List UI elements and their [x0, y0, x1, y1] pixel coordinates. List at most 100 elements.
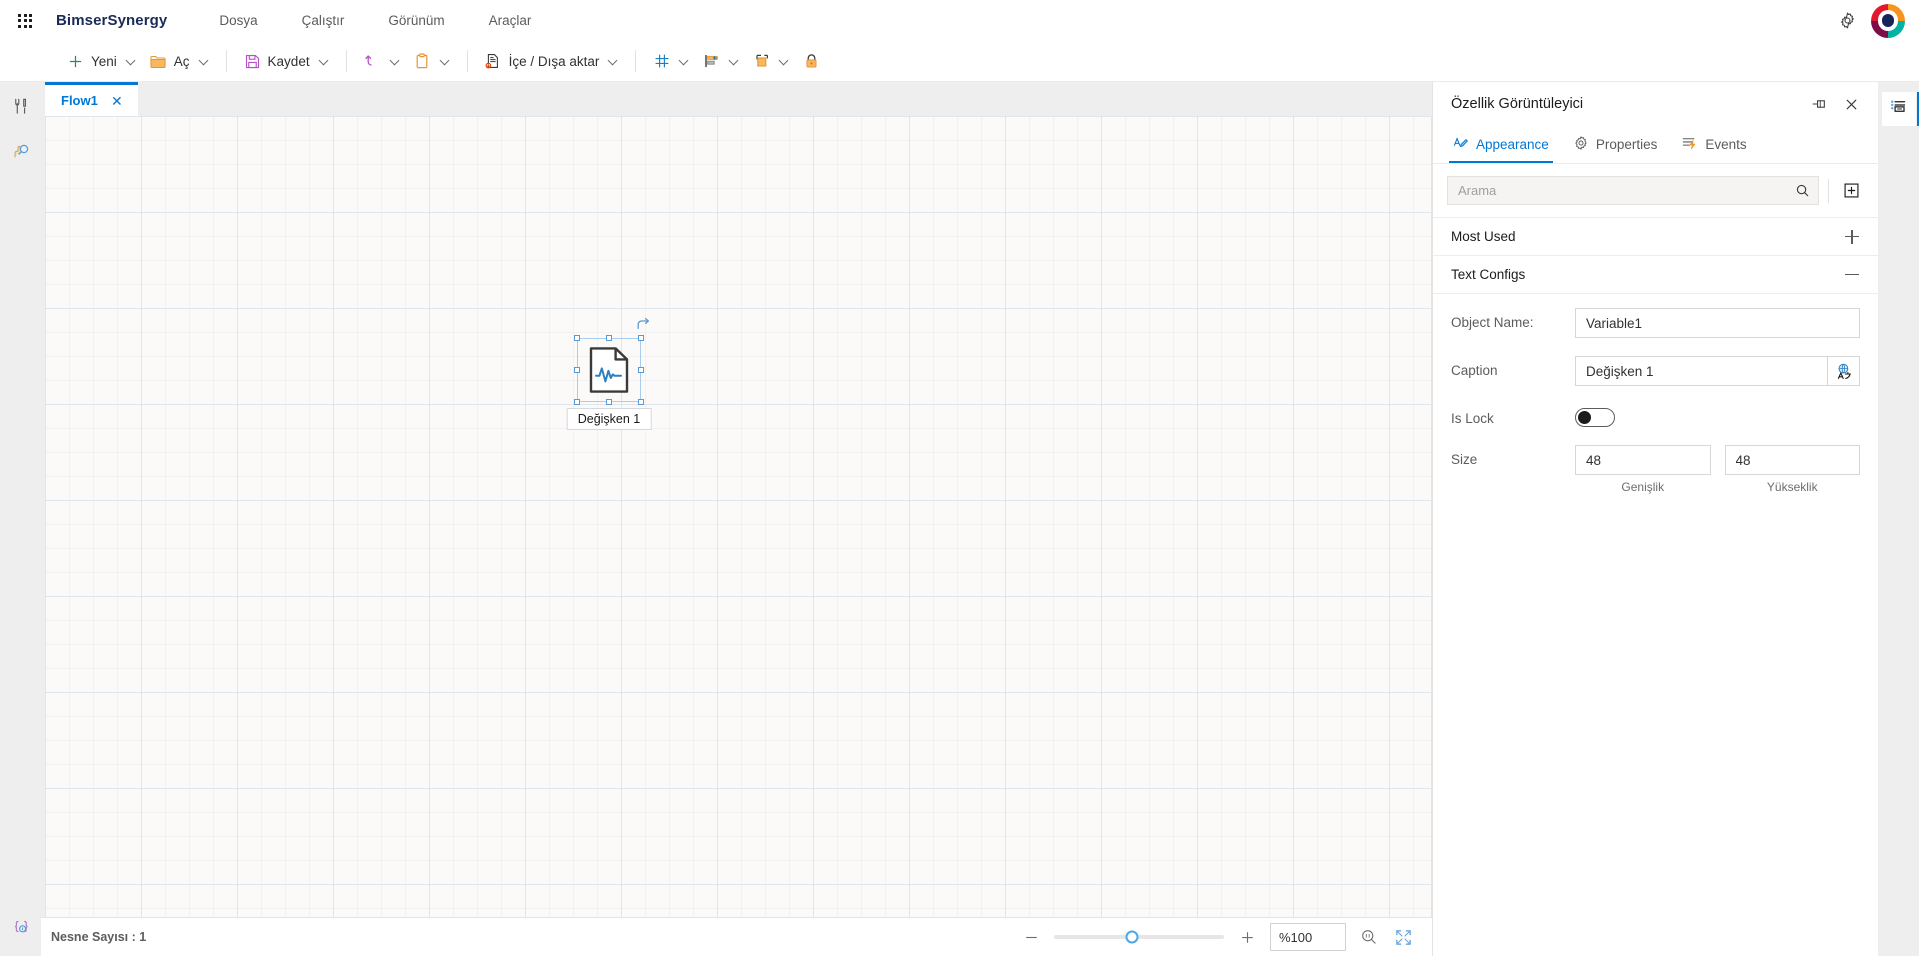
- save-button[interactable]: Kaydet: [237, 46, 336, 76]
- chevron-down-icon[interactable]: [127, 57, 136, 66]
- zoom-out-button[interactable]: [1020, 926, 1042, 948]
- zoom-level-input[interactable]: [1270, 923, 1346, 951]
- search-icon[interactable]: [1786, 177, 1818, 204]
- tab-flow1[interactable]: Flow1 ✕: [45, 82, 138, 116]
- pin-icon[interactable]: [1806, 91, 1832, 117]
- rotate-handle-icon[interactable]: [635, 316, 651, 332]
- field-caption-label: Caption: [1451, 356, 1575, 379]
- toolbar-group-import-export: İçe / Dışa aktar: [478, 41, 626, 81]
- app-launcher-icon[interactable]: [6, 2, 44, 40]
- search-zoom-icon: [11, 141, 31, 166]
- caption-input[interactable]: [1575, 356, 1828, 386]
- menu-item-gorunum[interactable]: Görünüm: [366, 5, 466, 36]
- property-search-row: [1433, 164, 1878, 217]
- chevron-down-icon[interactable]: [680, 57, 689, 66]
- chevron-down-icon[interactable]: [200, 57, 209, 66]
- field-is-lock: Is Lock: [1451, 404, 1860, 427]
- import-export-icon: [485, 53, 502, 70]
- sidebar-item-toolbox[interactable]: [4, 92, 38, 126]
- resize-handle-ne[interactable]: [638, 335, 644, 341]
- resize-handle-w[interactable]: [574, 367, 580, 373]
- toolbox-icon: [11, 97, 30, 121]
- appearance-pencil-icon: [1453, 135, 1469, 154]
- chevron-down-icon[interactable]: [730, 57, 739, 66]
- toolbar-group-layout: [646, 41, 827, 81]
- text-configs-body: Object Name: Caption: [1433, 293, 1878, 522]
- plus-icon: [67, 53, 84, 70]
- field-is-lock-label: Is Lock: [1451, 404, 1575, 427]
- toolbar-divider: [467, 50, 468, 72]
- section-most-used-toggle-icon[interactable]: [1844, 229, 1860, 245]
- save-button-label: Kaydet: [268, 54, 310, 69]
- menu-item-calistir[interactable]: Çalıştır: [280, 5, 367, 36]
- chevron-down-icon[interactable]: [780, 57, 789, 66]
- variable-document-icon: [589, 347, 629, 393]
- resize-handle-e[interactable]: [638, 367, 644, 373]
- zoom-one-to-one-icon[interactable]: [1358, 926, 1380, 948]
- resize-handle-sw[interactable]: [574, 399, 580, 405]
- left-rail: [0, 82, 41, 956]
- chevron-down-icon[interactable]: [391, 57, 400, 66]
- resize-handle-se[interactable]: [638, 399, 644, 405]
- tab-close-icon[interactable]: ✕: [110, 94, 124, 108]
- size-height-item: Yükseklik: [1725, 445, 1861, 494]
- menu-item-dosya[interactable]: Dosya: [197, 5, 279, 36]
- menu-item-araclar[interactable]: Araçlar: [467, 5, 554, 36]
- user-avatar[interactable]: [1871, 4, 1905, 38]
- property-panel-header: Özellik Görüntüleyici: [1433, 82, 1878, 126]
- tab-properties[interactable]: Properties: [1563, 126, 1668, 163]
- object-name-input[interactable]: [1575, 308, 1860, 338]
- canvas-node-variable1[interactable]: Değişken 1: [577, 338, 641, 402]
- undo-icon: [364, 53, 381, 70]
- size-width-input[interactable]: [1575, 445, 1711, 475]
- zoom-slider-thumb[interactable]: [1126, 931, 1139, 944]
- property-panel-tabs: Appearance Properties: [1433, 126, 1878, 164]
- zoom-slider-track: [1054, 935, 1224, 939]
- search-box[interactable]: [1447, 176, 1819, 205]
- field-caption-control: [1575, 356, 1860, 386]
- toolbar-group-file: Yeni Aç: [60, 41, 216, 81]
- section-most-used[interactable]: Most Used: [1433, 217, 1878, 255]
- is-lock-toggle[interactable]: [1575, 408, 1615, 427]
- add-panel-icon[interactable]: [1838, 178, 1864, 204]
- section-text-configs[interactable]: Text Configs: [1433, 255, 1878, 293]
- undo-button[interactable]: [357, 46, 407, 76]
- size-width-caption: Genişlik: [1621, 480, 1664, 494]
- tab-events[interactable]: Events: [1671, 126, 1756, 163]
- zoom-slider[interactable]: [1054, 928, 1224, 946]
- grid-icon: [653, 53, 670, 70]
- resize-handle-n[interactable]: [606, 335, 612, 341]
- lock-button[interactable]: [796, 46, 827, 76]
- size-height-input[interactable]: [1725, 445, 1861, 475]
- open-button[interactable]: Aç: [143, 46, 216, 76]
- resize-handle-nw[interactable]: [574, 335, 580, 341]
- translate-icon[interactable]: [1828, 356, 1860, 386]
- tab-appearance[interactable]: Appearance: [1443, 126, 1559, 163]
- fit-to-screen-icon[interactable]: [1392, 926, 1414, 948]
- folder-open-icon: [150, 53, 167, 70]
- resize-handle-s[interactable]: [606, 399, 612, 405]
- sidebar-item-search[interactable]: [4, 136, 38, 170]
- chevron-down-icon[interactable]: [441, 57, 450, 66]
- search-input[interactable]: [1448, 183, 1786, 198]
- field-is-lock-control: [1575, 404, 1860, 427]
- align-left-icon: [703, 53, 720, 70]
- gear-icon[interactable]: [1831, 5, 1863, 37]
- new-button[interactable]: Yeni: [60, 46, 143, 76]
- zoom-in-button[interactable]: [1236, 926, 1258, 948]
- property-panel-title: Özellik Görüntüleyici: [1451, 96, 1583, 112]
- sidebar-item-variables[interactable]: [4, 912, 38, 946]
- close-icon[interactable]: [1838, 91, 1864, 117]
- paste-button[interactable]: [407, 46, 457, 76]
- arrange-button[interactable]: [746, 46, 796, 76]
- chevron-down-icon[interactable]: [320, 57, 329, 66]
- chevron-down-icon[interactable]: [609, 57, 618, 66]
- import-export-button[interactable]: İçe / Dışa aktar: [478, 46, 626, 76]
- flow-canvas[interactable]: Değişken 1: [45, 116, 1432, 917]
- main-menu: Dosya Çalıştır Görünüm Araçlar: [197, 5, 553, 36]
- grid-button[interactable]: [646, 46, 696, 76]
- sidebar-item-outline[interactable]: [1882, 92, 1916, 126]
- align-button[interactable]: [696, 46, 746, 76]
- status-bar: Nesne Sayısı : 1: [41, 917, 1432, 956]
- section-text-configs-toggle-icon[interactable]: [1844, 267, 1860, 283]
